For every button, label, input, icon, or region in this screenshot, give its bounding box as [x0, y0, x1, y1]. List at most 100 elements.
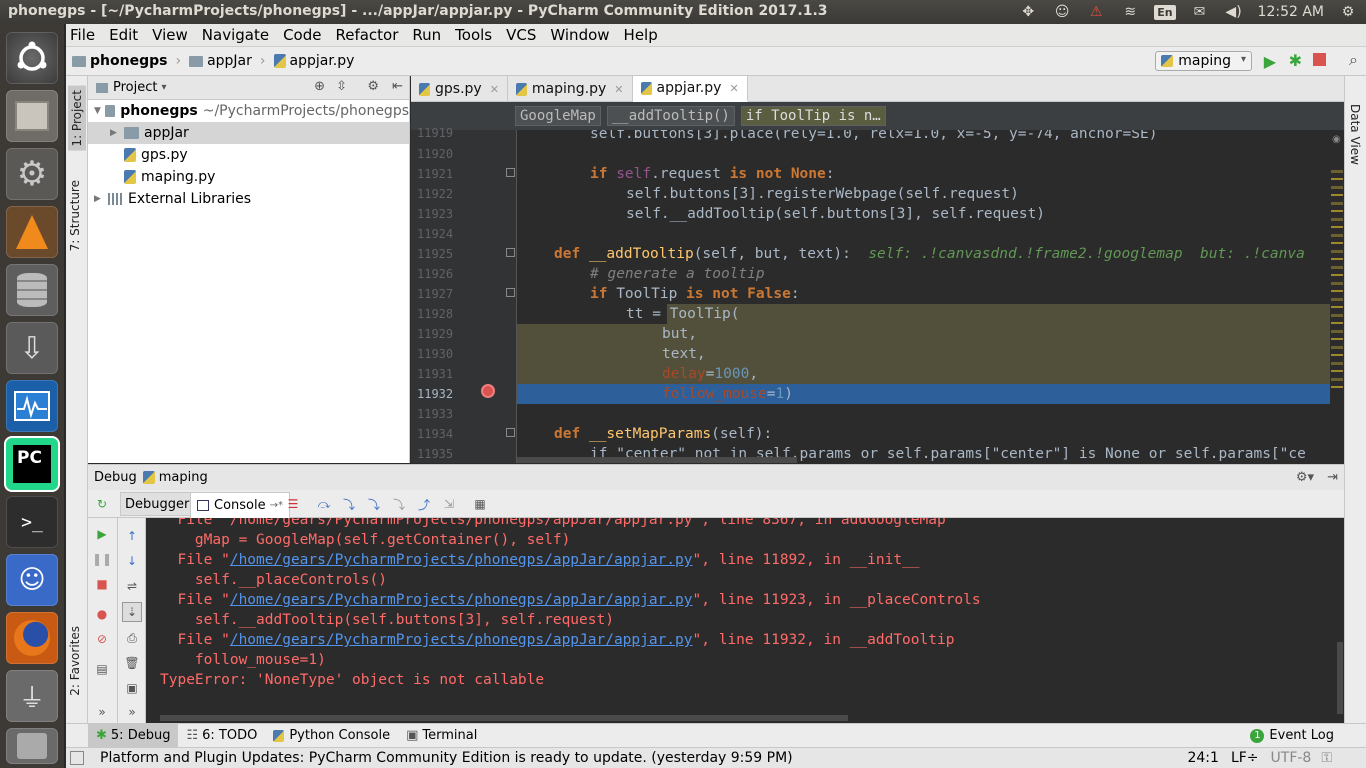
chevron-down-icon[interactable]: ▾	[161, 82, 166, 93]
tool-terminal[interactable]: ▣ Terminal	[398, 724, 485, 748]
menu-refactor[interactable]: Refactor	[335, 26, 398, 44]
traceback-link[interactable]: /home/gears/PycharmProjects/phonegps/app…	[230, 592, 693, 608]
editor-error-stripe[interactable]: ◉	[1330, 130, 1344, 463]
fold-marker-icon[interactable]	[506, 428, 515, 437]
view-breakpoints-icon[interactable]: ●	[94, 606, 110, 622]
more-icon[interactable]: »	[94, 704, 110, 720]
system-settings-icon[interactable]: ⚙	[6, 148, 58, 200]
menu-code[interactable]: Code	[283, 26, 321, 44]
dropbox-icon[interactable]: ✥	[1018, 2, 1038, 22]
files-icon[interactable]	[6, 90, 58, 142]
menu-run[interactable]: Run	[412, 26, 441, 44]
eye-icon[interactable]: ◉	[1332, 134, 1341, 145]
tool-debug[interactable]: ✱ 5: Debug	[88, 723, 179, 748]
stop-icon[interactable]: ■	[94, 576, 110, 592]
stop-icon[interactable]	[1313, 53, 1326, 66]
debug-bug-icon[interactable]: ✱	[1289, 51, 1302, 70]
tab-maping[interactable]: maping.py ✕	[508, 76, 633, 102]
wifi-icon[interactable]: ≋	[1120, 2, 1140, 22]
code-editor[interactable]: self.buttons[3].place(rely=1.0, relx=1.0…	[517, 130, 1330, 463]
tool-todo[interactable]: ☷ 6: TODO	[178, 724, 265, 748]
installer-icon[interactable]: ⇩	[6, 322, 58, 374]
tree-item-root[interactable]: ▼ phonegps ~/PycharmProjects/phonegps	[88, 100, 409, 122]
mail-icon[interactable]: ✉	[1190, 2, 1210, 22]
trash-icon[interactable]: 🗑	[124, 655, 140, 671]
menu-file[interactable]: File	[70, 26, 95, 44]
code-crumb-class[interactable]: GoogleMap	[515, 106, 601, 126]
usb-drive-icon[interactable]: ⏚	[6, 670, 58, 722]
debug-console-output[interactable]: File "/home/gears/PycharmProjects/phoneg…	[146, 518, 1336, 723]
lock-icon[interactable]: ⚿	[1321, 750, 1332, 766]
tree-item-file[interactable]: maping.py	[88, 166, 409, 188]
nav-crumb-file[interactable]: appjar.py	[273, 53, 354, 69]
discord-tray-icon[interactable]: ☺	[1052, 2, 1072, 22]
menu-window[interactable]: Window	[550, 26, 609, 44]
soft-wrap-icon[interactable]: ⇌	[124, 578, 140, 594]
rerun-icon[interactable]: ↻	[94, 496, 110, 512]
close-icon[interactable]: ✕	[614, 83, 623, 96]
menu-navigate[interactable]: Navigate	[202, 26, 269, 44]
mute-breakpoints-icon[interactable]: ⊘	[94, 631, 110, 647]
traceback-link[interactable]: /home/gears/PycharmProjects/phonegps/app…	[230, 632, 693, 648]
tree-item-file[interactable]: gps.py	[88, 144, 409, 166]
structure-tool-button[interactable]: 7: Structure	[68, 180, 82, 251]
gear-icon[interactable]: ⚙▾	[1296, 470, 1314, 485]
tab-appjar[interactable]: appjar.py ✕	[632, 76, 748, 102]
fold-marker-icon[interactable]	[506, 168, 515, 177]
fold-marker-icon[interactable]	[506, 288, 515, 297]
step-out-icon[interactable]: ⤴	[416, 496, 432, 512]
hide-panel-icon[interactable]: ⇥	[1327, 470, 1338, 485]
editor-gutter[interactable]: 11919 11920 11921 11922 11923 11924 1192…	[411, 126, 517, 463]
show-execution-point-icon[interactable]: ☰	[285, 496, 301, 512]
pycharm-launcher-icon[interactable]: PC	[6, 438, 58, 490]
search-icon[interactable]: ⌕	[1349, 50, 1358, 70]
evaluate-expression-icon[interactable]: ▦	[472, 496, 488, 512]
console-input-icon[interactable]: ▣	[124, 680, 140, 696]
gear-icon[interactable]: ⚙	[367, 79, 379, 94]
firefox-icon[interactable]	[6, 612, 58, 664]
trash-icon[interactable]	[6, 728, 58, 764]
step-into-my-code-icon[interactable]: ⤵	[366, 496, 382, 512]
caret-position[interactable]: 24:1	[1187, 750, 1218, 766]
resume-icon[interactable]: ▶	[94, 526, 110, 542]
step-over-icon[interactable]: ⤼	[316, 496, 332, 512]
menu-help[interactable]: Help	[624, 26, 658, 44]
tab-gps[interactable]: gps.py ✕	[411, 76, 508, 102]
run-to-cursor-icon[interactable]: ⇲	[441, 496, 457, 512]
code-crumb-method[interactable]: __addTooltip()	[606, 106, 735, 126]
pause-icon[interactable]: ❚❚	[92, 551, 112, 567]
tab-console[interactable]: Console →*	[190, 492, 290, 518]
nav-crumb-folder[interactable]: appJar	[189, 53, 252, 69]
collapse-icon[interactable]: ⇳	[336, 79, 347, 94]
force-step-into-icon[interactable]: ⤵	[391, 496, 407, 512]
file-encoding[interactable]: UTF-8	[1271, 750, 1312, 766]
print-icon[interactable]: ⎙	[124, 630, 140, 646]
volume-icon[interactable]: ◀)	[1224, 2, 1244, 22]
arrow-down-icon[interactable]: ↓	[124, 553, 140, 569]
ubuntu-dash-icon[interactable]	[6, 32, 58, 84]
status-message[interactable]: Platform and Plugin Updates: PyCharm Com…	[100, 750, 793, 766]
more-icon[interactable]: »	[124, 704, 140, 720]
close-icon[interactable]: ✕	[490, 83, 499, 96]
menu-tools[interactable]: Tools	[455, 26, 492, 44]
tool-event-log[interactable]: 1 Event Log	[1242, 724, 1342, 748]
menu-vcs[interactable]: VCS	[506, 26, 536, 44]
code-crumb-statement[interactable]: if ToolTip is n…	[740, 106, 886, 126]
data-view-tool-button[interactable]: Data View	[1348, 104, 1362, 165]
keyboard-layout-indicator[interactable]: En	[1154, 4, 1176, 20]
menu-view[interactable]: View	[152, 26, 188, 44]
hide-panel-icon[interactable]: ⇤	[392, 79, 403, 94]
debug-config-name[interactable]: maping	[159, 470, 208, 485]
run-icon[interactable]: ▶	[1264, 52, 1276, 71]
nav-crumb-project[interactable]: phonegps	[72, 53, 167, 69]
run-configuration-select[interactable]: maping ▾	[1155, 51, 1252, 71]
project-view-select[interactable]: Project	[113, 80, 157, 95]
menu-edit[interactable]: Edit	[109, 26, 138, 44]
tab-debugger[interactable]: Debugger	[120, 492, 195, 516]
line-separator[interactable]: LF÷	[1231, 750, 1259, 766]
breakpoint-icon[interactable]	[481, 384, 495, 398]
tool-windows-toggle-icon[interactable]	[70, 751, 84, 765]
database-icon[interactable]	[6, 264, 58, 316]
horizontal-scrollbar[interactable]	[517, 457, 797, 463]
system-monitor-icon[interactable]	[6, 380, 58, 432]
